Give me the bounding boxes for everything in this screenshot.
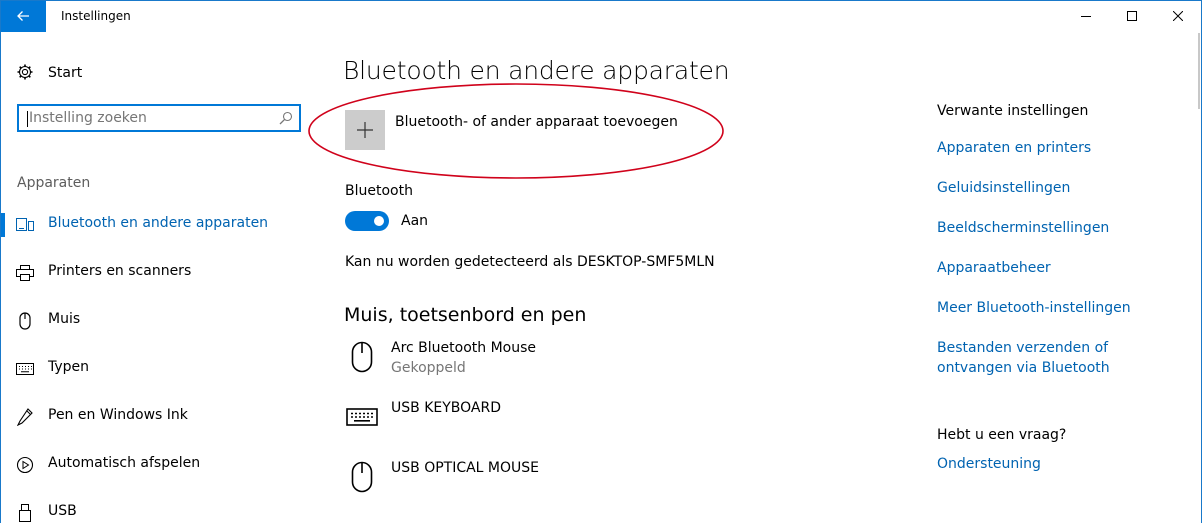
sidebar-item-label: Muis — [48, 311, 81, 327]
bluetooth-toggle[interactable] — [345, 211, 389, 231]
maximize-button[interactable] — [1109, 0, 1155, 32]
sidebar-item-label: Printers en scanners — [48, 263, 192, 279]
discoverable-text: Kan nu worden gedetecteerd als DESKTOP-S… — [345, 254, 715, 270]
sidebar-item-typing[interactable]: Typen — [0, 351, 320, 387]
search-icon[interactable] — [279, 111, 293, 125]
device-name: Arc Bluetooth Mouse — [391, 340, 537, 356]
title-bar: Instellingen — [0, 0, 1202, 32]
sidebar-item-label: Bluetooth en andere apparaten — [48, 215, 269, 231]
sidebar-item-label: Automatisch afspelen — [48, 455, 201, 471]
sidebar-item-pen[interactable]: Pen en Windows Ink — [0, 399, 320, 435]
sidebar-item-label: USB — [48, 503, 77, 519]
scrollbar-thumb[interactable] — [1198, 33, 1200, 109]
close-icon — [1173, 11, 1183, 21]
search-box[interactable] — [17, 104, 301, 132]
app-title: Instellingen — [61, 9, 131, 23]
device-item[interactable]: Arc Bluetooth Mouse Gekoppeld — [345, 340, 765, 390]
sidebar-item-mouse[interactable]: Muis — [0, 303, 320, 339]
link-device-manager[interactable]: Apparaatbeheer — [937, 258, 1177, 278]
bluetooth-state: Aan — [401, 213, 429, 229]
page-title: Bluetooth en andere apparaten — [343, 56, 730, 85]
link-devices-printers[interactable]: Apparaten en printers — [937, 138, 1177, 158]
sidebar-item-usb[interactable]: USB — [0, 495, 320, 531]
keyboard-icon — [16, 360, 34, 378]
keyboard-icon — [345, 400, 379, 434]
link-sound-settings[interactable]: Geluidsinstellingen — [937, 178, 1177, 198]
device-item[interactable]: USB OPTICAL MOUSE — [345, 460, 765, 510]
text-cursor — [27, 111, 28, 127]
autoplay-icon — [16, 456, 34, 474]
minimize-icon — [1081, 16, 1091, 17]
sidebar-item-autoplay[interactable]: Automatisch afspelen — [0, 447, 320, 483]
sidebar-section-title: Apparaten — [17, 175, 91, 191]
minimize-button[interactable] — [1063, 0, 1109, 32]
sidebar-home-label: Start — [48, 65, 83, 81]
add-device-label: Bluetooth- of ander apparaat toevoegen — [395, 114, 678, 130]
sidebar-home[interactable]: Start — [16, 63, 82, 81]
sidebar-item-label: Pen en Windows Ink — [48, 407, 188, 423]
sidebar-item-bluetooth[interactable]: Bluetooth en andere apparaten — [0, 207, 320, 243]
usb-icon — [16, 504, 34, 522]
add-tile — [345, 110, 385, 150]
help-title: Hebt u een vraag? — [937, 427, 1067, 443]
toggle-knob — [374, 216, 384, 226]
device-status: Gekoppeld — [391, 360, 466, 376]
back-button[interactable] — [0, 0, 46, 32]
mouse-icon — [345, 340, 379, 374]
mouse-icon — [345, 460, 379, 494]
gear-icon — [17, 64, 33, 80]
sidebar-item-label: Typen — [48, 359, 90, 375]
close-button[interactable] — [1155, 0, 1201, 32]
section-title: Muis, toetsenbord en pen — [344, 304, 587, 326]
plus-icon — [357, 122, 373, 138]
related-settings-title: Verwante instellingen — [937, 103, 1089, 119]
mouse-icon — [16, 312, 34, 330]
link-display-settings[interactable]: Beeldscherminstellingen — [937, 218, 1177, 238]
printer-icon — [16, 264, 34, 282]
device-name: USB KEYBOARD — [391, 400, 501, 416]
search-input[interactable] — [29, 109, 269, 127]
sidebar-item-printers[interactable]: Printers en scanners — [0, 255, 320, 291]
device-name: USB OPTICAL MOUSE — [391, 460, 540, 476]
bluetooth-label: Bluetooth — [345, 183, 413, 199]
maximize-icon — [1127, 11, 1137, 21]
link-more-bluetooth-settings[interactable]: Meer Bluetooth-instellingen — [937, 298, 1177, 318]
back-arrow-icon — [17, 11, 29, 21]
link-send-receive-files[interactable]: Bestanden verzenden of ontvangen via Blu… — [937, 338, 1177, 378]
add-device-button[interactable]: Bluetooth- of ander apparaat toevoegen — [345, 110, 678, 152]
bluetooth-devices-icon — [16, 216, 34, 234]
device-item[interactable]: USB KEYBOARD — [345, 400, 765, 450]
link-support[interactable]: Ondersteuning — [937, 454, 1177, 474]
pen-icon — [16, 408, 34, 426]
